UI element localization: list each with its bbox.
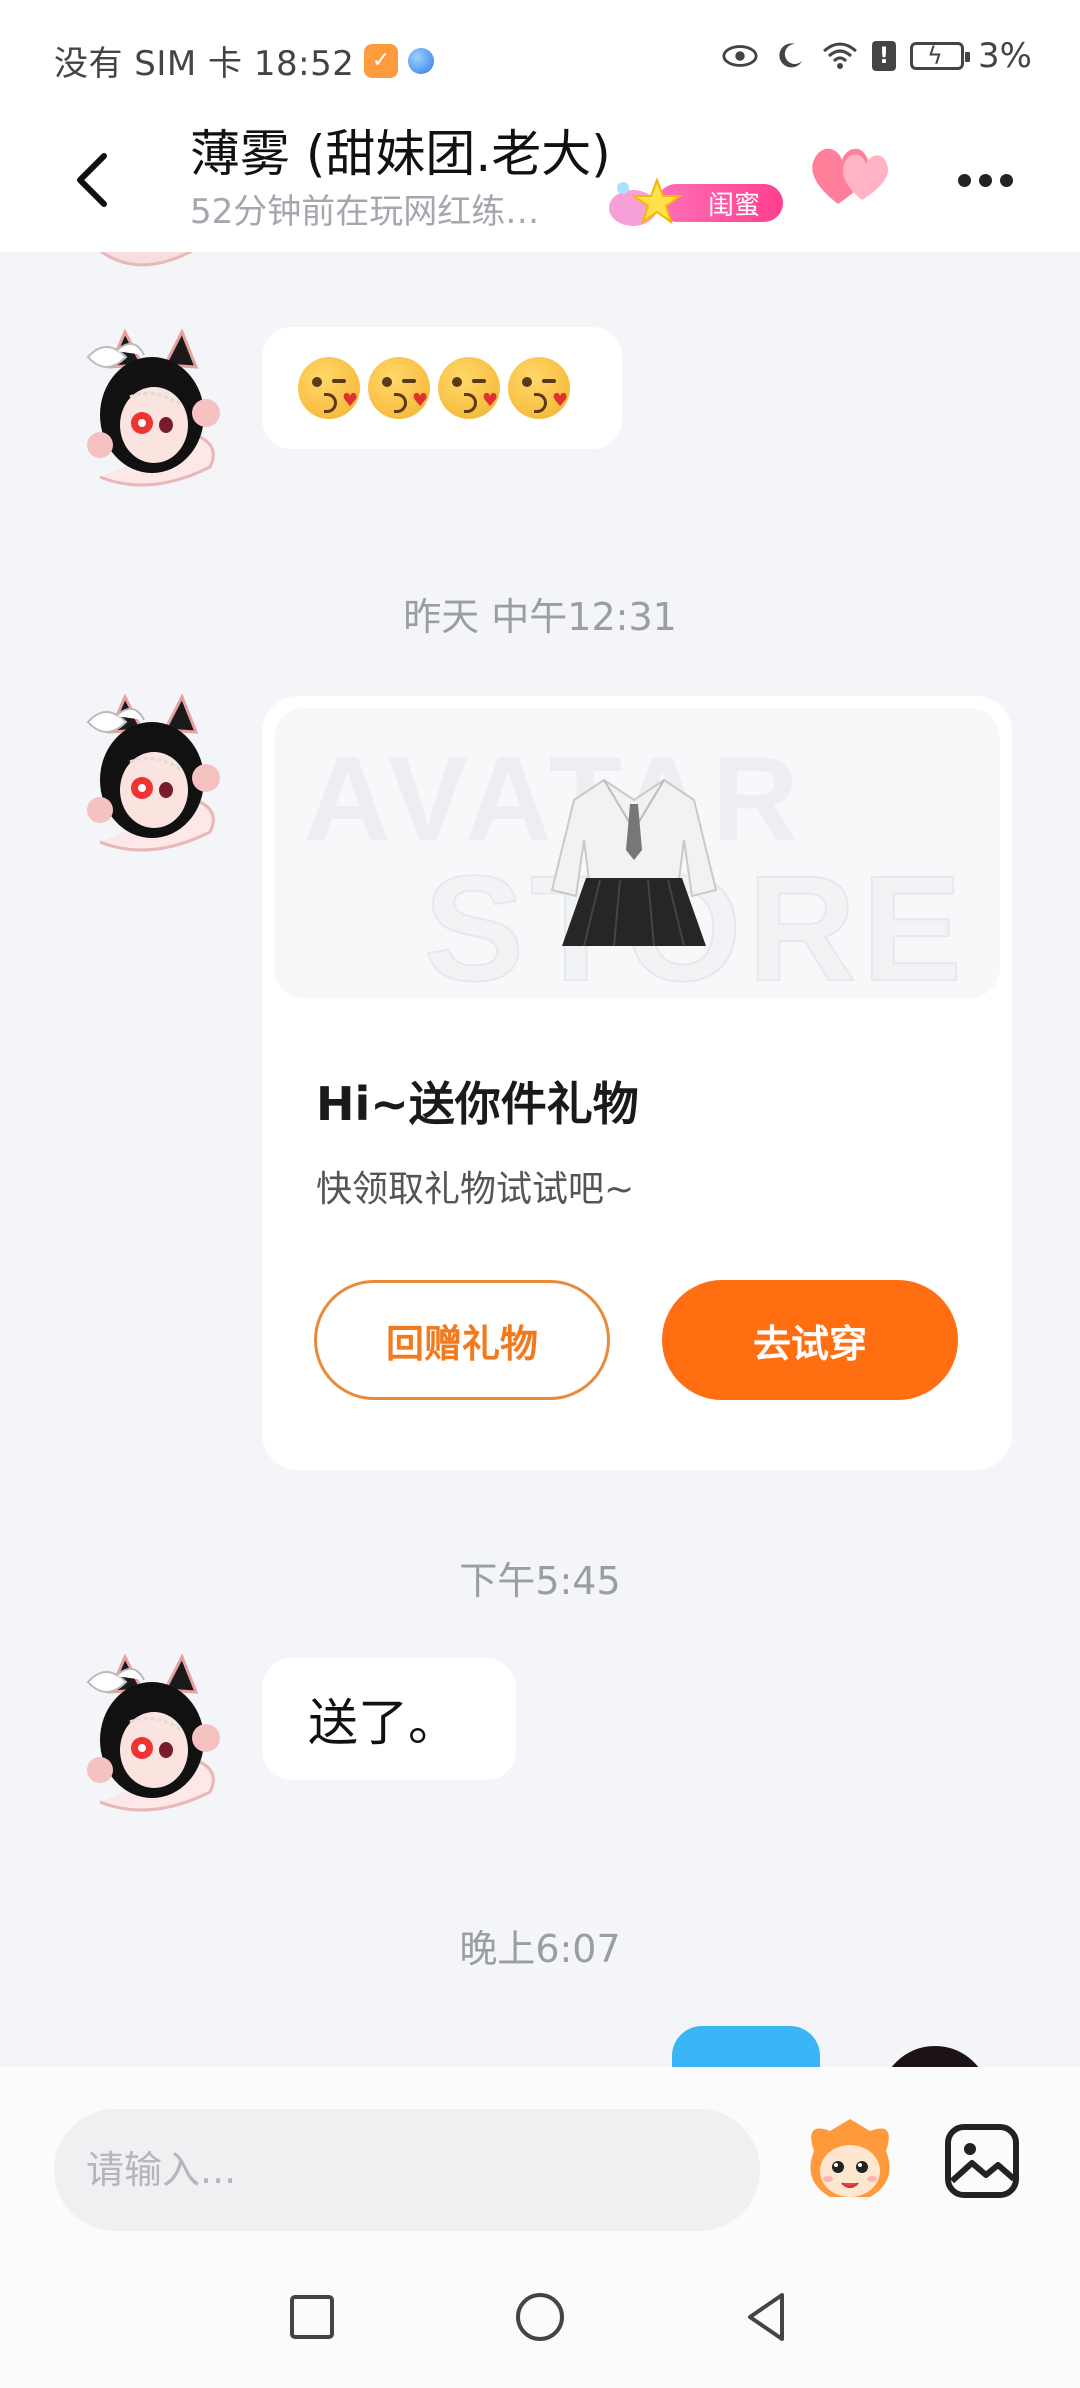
bff-badge[interactable]: 闺蜜 xyxy=(605,172,785,232)
browser-dot-icon xyxy=(408,47,435,74)
message-input[interactable] xyxy=(54,2109,760,2231)
more-dots-icon xyxy=(957,173,971,187)
avatar[interactable] xyxy=(880,2046,990,2067)
emoji-row: ♥ ♥ ♥ ♥ xyxy=(262,327,622,449)
timestamp: 下午5:45 xyxy=(459,1559,621,1603)
wifi-icon xyxy=(822,42,858,70)
more-dot xyxy=(978,173,992,187)
avatar[interactable] xyxy=(70,692,230,862)
timestamp: 晚上6:07 xyxy=(459,1927,621,1971)
contact-name[interactable]: 薄雾 (甜妹团.老大) xyxy=(190,114,611,186)
outfit-image xyxy=(550,778,718,947)
kissing-heart-emoji-icon: ♥ xyxy=(508,357,570,419)
recents-square-icon[interactable] xyxy=(282,2287,342,2347)
status-left: 没有 SIM 卡 18:52 ✓ xyxy=(54,36,435,85)
kissing-heart-emoji-icon: ♥ xyxy=(438,357,500,419)
image-picker-icon[interactable] xyxy=(944,2123,1020,2199)
carrier-time-text: 没有 SIM 卡 18:52 xyxy=(54,44,355,84)
avatar[interactable] xyxy=(70,252,230,292)
moon-icon xyxy=(772,42,808,70)
chat-message-list[interactable]: ♥ ♥ ♥ ♥ 昨天 中午12:31 AVATAR STORE xyxy=(0,252,1080,2067)
chat-header: 薄雾 (甜妹团.老大) 52分钟前在玩网红练… 闺蜜 xyxy=(0,110,1080,252)
eye-icon xyxy=(722,42,758,70)
text-message-bubble[interactable]: 送了。 xyxy=(262,1658,516,1780)
back-triangle-icon[interactable] xyxy=(738,2287,798,2347)
back-button[interactable] xyxy=(62,140,122,220)
avatar[interactable] xyxy=(70,1652,230,1822)
status-right: ! ϟ 3% xyxy=(722,36,1032,76)
mascot-sticker-icon[interactable] xyxy=(800,2111,900,2211)
status-bar: 没有 SIM 卡 18:52 ✓ ! ϟ 3% xyxy=(0,0,1080,110)
back-chevron-icon xyxy=(77,153,107,207)
gift-description: 快领取礼物试试吧~ xyxy=(316,1169,635,1210)
kissing-heart-emoji-icon: ♥ xyxy=(368,357,430,419)
battery-charging-icon: ϟ xyxy=(910,42,971,70)
home-circle-icon[interactable] xyxy=(510,2287,570,2347)
emoji-message-bubble[interactable]: ♥ ♥ ♥ ♥ xyxy=(262,327,622,449)
timestamp: 昨天 中午12:31 xyxy=(403,595,677,639)
outgoing-message-bubble[interactable] xyxy=(672,2026,820,2067)
return-gift-button[interactable]: 回赠礼物 xyxy=(314,1280,610,1400)
hearts-icon[interactable] xyxy=(808,138,894,214)
message-text: 送了。 xyxy=(308,1694,458,1752)
gift-preview: AVATAR STORE xyxy=(274,708,1000,998)
battery-percent: 3% xyxy=(978,36,1032,76)
more-button[interactable] xyxy=(950,150,1020,210)
system-nav-bar xyxy=(0,2247,1080,2388)
more-dot xyxy=(999,173,1013,187)
kissing-heart-emoji-icon: ♥ xyxy=(298,357,360,419)
gift-card[interactable]: AVATAR STORE Hi~送你件礼物 快领取礼物试试吧~ 回赠礼物 去试穿 xyxy=(262,696,1012,1470)
contact-activity-status: 52分钟前在玩网红练… xyxy=(190,192,540,232)
stars-icon xyxy=(609,177,684,226)
app-notification-icon: ✓ xyxy=(364,43,399,78)
alert-icon: ! xyxy=(872,41,897,71)
gift-title: Hi~送你件礼物 xyxy=(316,1077,639,1131)
try-on-button[interactable]: 去试穿 xyxy=(662,1280,958,1400)
avatar[interactable] xyxy=(70,327,230,497)
input-bar xyxy=(0,2067,1080,2247)
